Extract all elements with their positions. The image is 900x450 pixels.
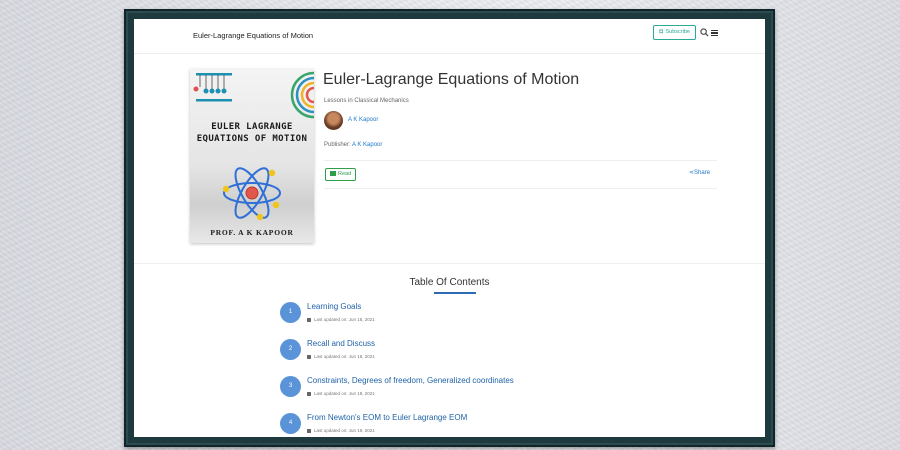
toc-number-badge: 1 xyxy=(280,302,301,323)
toc-item-meta: Last updated on: Jun 18, 2021 xyxy=(307,317,375,322)
toc-number-badge: 2 xyxy=(280,339,301,360)
toc-item-meta: Last updated on: Jun 18, 2021 xyxy=(307,354,375,359)
toc-item-link[interactable]: From Newton's EOM to Euler Lagrange EOM xyxy=(307,413,467,422)
toc-heading: Table Of Contents xyxy=(409,277,490,288)
toc-item-updated: Last updated on: Jun 19, 2021 xyxy=(314,428,375,433)
cover-author: PROF. A K KAPOOR xyxy=(210,228,294,237)
share-button[interactable]: ⋖Share xyxy=(689,169,710,176)
book-title: Euler-Lagrange Equations of Motion xyxy=(323,71,580,88)
cover-artwork xyxy=(193,71,314,221)
webpage-screen: Euler-Lagrange Equations of Motion ⛾ Subs… xyxy=(134,19,765,437)
section-separator xyxy=(134,263,765,264)
toc-item-meta: Last updated on: Jun 18, 2021 xyxy=(307,391,375,396)
publisher-row: Publisher: A K Kapoor xyxy=(324,142,382,148)
cover-title: EULER LAGRANGE EQUATIONS OF MOTION xyxy=(196,122,308,144)
book-subtitle: Lessons in Classical Mechanics xyxy=(324,98,409,104)
divider xyxy=(324,188,717,189)
toc-heading-underline xyxy=(434,292,476,294)
author-link[interactable]: A K Kapoor xyxy=(348,117,378,123)
read-button[interactable]: Read xyxy=(325,168,357,181)
subscribe-button[interactable]: ⛾ Subscribe xyxy=(653,25,696,40)
toc-number-badge: 3 xyxy=(280,376,301,397)
site-title[interactable]: Euler-Lagrange Equations of Motion xyxy=(193,31,313,40)
book-cover[interactable]: EULER LAGRANGE EQUATIONS OF MOTION PROF. … xyxy=(190,69,314,243)
toc-item[interactable]: 2 Recall and Discuss Last updated on: Ju… xyxy=(280,339,640,369)
calendar-icon xyxy=(307,317,311,322)
toc-item-meta: Last updated on: Jun 19, 2021 xyxy=(307,428,375,433)
book-icon xyxy=(330,170,336,176)
publisher-link[interactable]: A K Kapoor xyxy=(352,142,382,148)
toc-item[interactable]: 1 Learning Goals Last updated on: Jun 18… xyxy=(280,302,640,332)
toc-item-updated: Last updated on: Jun 18, 2021 xyxy=(314,317,375,322)
subscribe-icon: ⛾ xyxy=(659,29,664,35)
subscribe-label: Subscribe xyxy=(665,29,690,35)
toc-item[interactable]: 4 From Newton's EOM to Euler Lagrange EO… xyxy=(280,413,640,437)
calendar-icon xyxy=(307,428,311,433)
search-icon[interactable] xyxy=(700,28,709,37)
toc-item-link[interactable]: Recall and Discuss xyxy=(307,339,375,348)
toc-number-badge: 4 xyxy=(280,413,301,434)
read-label: Read xyxy=(338,171,352,177)
divider xyxy=(324,160,717,161)
publisher-label: Publisher: xyxy=(324,142,351,148)
menu-icon[interactable] xyxy=(711,30,718,37)
top-navbar: Euler-Lagrange Equations of Motion ⛾ Subs… xyxy=(134,19,765,54)
toc-item-updated: Last updated on: Jun 18, 2021 xyxy=(314,354,375,359)
share-label: Share xyxy=(694,170,711,176)
toc-item-link[interactable]: Constraints, Degrees of freedom, General… xyxy=(307,376,514,385)
author-avatar[interactable] xyxy=(324,111,343,130)
calendar-icon xyxy=(307,391,311,396)
picture-frame: Euler-Lagrange Equations of Motion ⛾ Subs… xyxy=(124,9,775,447)
toc-item[interactable]: 3 Constraints, Degrees of freedom, Gener… xyxy=(280,376,640,406)
calendar-icon xyxy=(307,354,311,359)
toc-item-updated: Last updated on: Jun 18, 2021 xyxy=(314,391,375,396)
toc-item-link[interactable]: Learning Goals xyxy=(307,302,361,311)
